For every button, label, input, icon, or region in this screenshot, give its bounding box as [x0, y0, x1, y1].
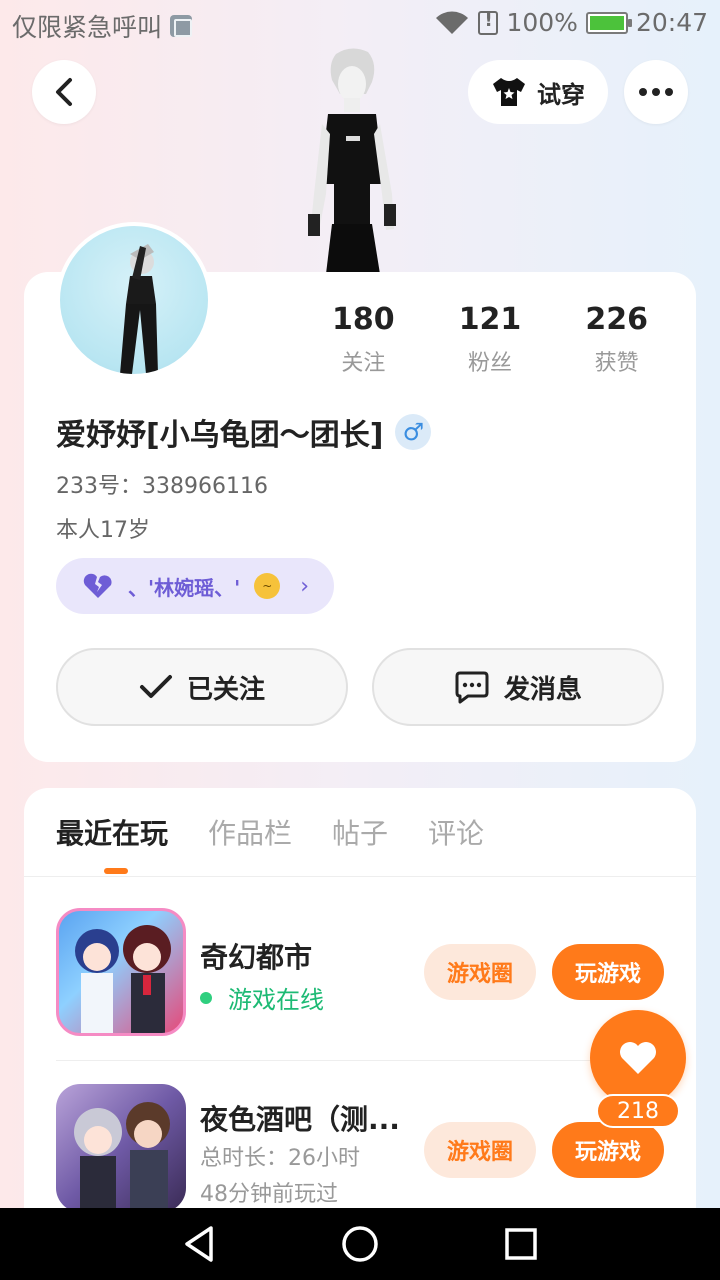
tshirt-icon — [493, 78, 525, 106]
male-gender-icon: ♂ — [395, 414, 432, 450]
nav-recents-icon[interactable] — [503, 1226, 539, 1262]
followers-stat[interactable]: 121 粉丝 — [427, 302, 554, 377]
following-count: 180 — [332, 302, 395, 337]
followers-count: 121 — [458, 302, 522, 337]
chat-bubble-icon — [455, 671, 489, 704]
play-game-button[interactable]: 玩游戏 — [552, 1122, 664, 1178]
avatar-character-figure — [308, 48, 396, 274]
cp-relationship-pill[interactable]: 、'林婉瑶、' ~ › — [56, 558, 334, 614]
game-list-item[interactable]: 奇幻都市 游戏在线 游戏圈 玩游戏 — [56, 908, 666, 1038]
carrier-text: 仅限紧急呼叫 — [12, 13, 163, 42]
send-message-button[interactable]: 发消息 — [372, 648, 664, 726]
tab-comments[interactable]: 评论 — [428, 812, 484, 856]
system-navigation-bar — [0, 1208, 720, 1280]
likes-stat[interactable]: 226 获赞 — [553, 302, 680, 377]
game-circle-button[interactable]: 游戏圈 — [424, 944, 536, 1000]
likes-count: 226 — [585, 302, 648, 337]
battery-icon — [585, 11, 632, 34]
tab-works[interactable]: 作品栏 — [208, 812, 292, 856]
game-playtime: 总时长：26小时 — [200, 1146, 360, 1171]
heart-icon — [620, 1042, 656, 1074]
username: 爱妤妤[小乌龟团～团长] — [56, 418, 384, 453]
game-name: 奇幻都市 — [200, 941, 313, 974]
zipper-face-emoji-icon: ~ — [254, 573, 281, 599]
more-dots-icon — [639, 88, 673, 96]
nav-home-icon[interactable] — [340, 1224, 380, 1264]
tab-posts[interactable]: 帖子 — [332, 812, 388, 856]
nav-back-icon[interactable] — [181, 1224, 217, 1264]
wifi-icon — [436, 11, 469, 34]
followers-label: 粉丝 — [468, 351, 513, 376]
tabs-divider — [24, 876, 696, 877]
floating-like-button[interactable] — [590, 1010, 686, 1106]
online-dot-icon — [200, 991, 212, 1004]
user-avatar[interactable] — [56, 222, 212, 378]
following-stat[interactable]: 180 关注 — [300, 302, 427, 377]
tryon-button[interactable]: 试穿 — [468, 60, 608, 124]
profile-tabs: 最近在玩 作品栏 帖子 评论 — [56, 812, 484, 856]
game-list-item[interactable]: 夜色酒吧（测... 总时长：26小时 48分钟前玩过 游戏圈 玩游戏 — [56, 1084, 666, 1214]
game-online-status: 游戏在线 — [200, 980, 324, 1015]
chevron-right-icon: › — [300, 573, 310, 599]
avatar-figure — [120, 244, 158, 374]
play-game-button[interactable]: 玩游戏 — [552, 944, 664, 1000]
user-id: 233号：338966116 — [56, 474, 268, 499]
more-options-button[interactable] — [624, 60, 688, 124]
back-arrow-icon — [56, 78, 72, 106]
checkmark-icon — [139, 675, 172, 698]
user-bio: 本人17岁 — [56, 518, 150, 543]
screenshot-notification-icon — [170, 15, 193, 37]
game-status-text: 游戏在线 — [228, 986, 324, 1014]
sim-alert-icon — [478, 10, 499, 35]
game-cover-art — [74, 1102, 170, 1208]
send-message-label: 发消息 — [503, 674, 582, 705]
active-tab-indicator — [104, 868, 128, 874]
tab-recently-played[interactable]: 最近在玩 — [56, 812, 168, 856]
battery-percent: 100% — [506, 8, 578, 37]
profile-stats: 180 关注 121 粉丝 226 获赞 — [300, 302, 680, 377]
username-row: 爱妤妤[小乌龟团～团长] ♂ — [56, 410, 432, 454]
following-label: 关注 — [341, 351, 386, 376]
row-divider — [56, 1060, 666, 1061]
back-button[interactable] — [32, 60, 96, 124]
game-name: 夜色酒吧（测... — [200, 1103, 400, 1136]
status-right: 100% 20:47 — [434, 8, 708, 37]
cp-partner-name: 、'林婉瑶、' — [128, 575, 241, 600]
clock: 20:47 — [635, 8, 708, 37]
game-icon-night-bar[interactable] — [56, 1084, 186, 1212]
like-count-badge: 218 — [596, 1094, 680, 1128]
followed-button[interactable]: 已关注 — [56, 648, 348, 726]
game-last-played: 48分钟前玩过 — [200, 1182, 338, 1207]
game-icon-fantasy-city[interactable] — [56, 908, 186, 1036]
tryon-label: 试穿 — [537, 80, 585, 109]
status-left: 仅限紧急呼叫 — [12, 8, 193, 44]
likes-label: 获赞 — [594, 351, 639, 376]
followed-label: 已关注 — [186, 674, 265, 705]
game-cover-art — [75, 925, 171, 1033]
broken-heart-icon — [83, 573, 112, 598]
status-bar: 仅限紧急呼叫 100% 20:47 — [0, 0, 720, 48]
game-circle-button[interactable]: 游戏圈 — [424, 1122, 536, 1178]
